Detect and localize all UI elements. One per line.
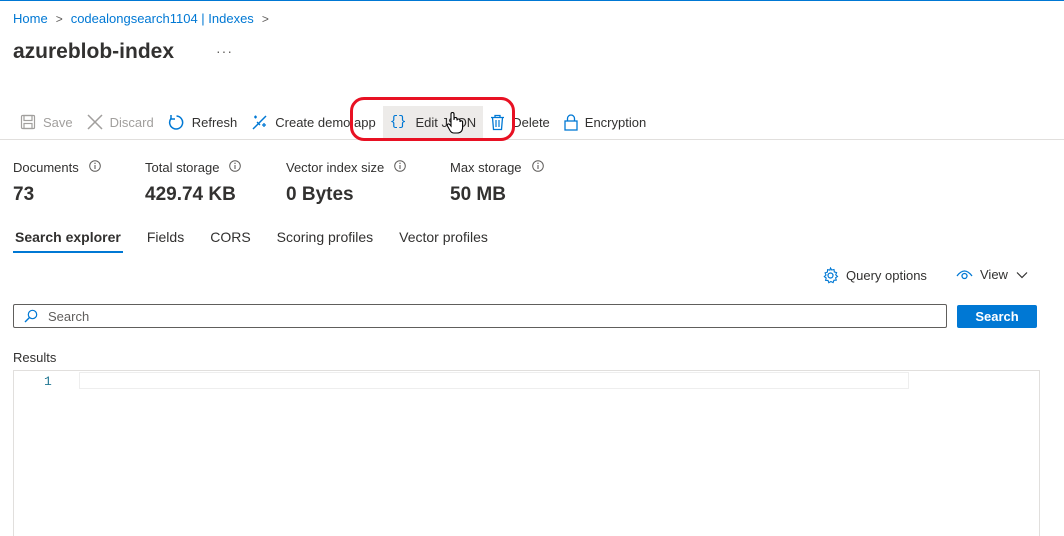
stat-vector-index-size: Vector index size 0 Bytes xyxy=(286,159,407,206)
tab-fields[interactable]: Fields xyxy=(145,227,186,253)
tab-search-explorer[interactable]: Search explorer xyxy=(13,227,123,253)
search-input[interactable] xyxy=(48,308,928,324)
refresh-label: Refresh xyxy=(191,114,238,130)
demo-app-icon xyxy=(252,114,267,130)
stat-label: Max storage xyxy=(450,160,522,175)
breadcrumb: Home > codealongsearch1104 | Indexes > xyxy=(13,11,277,26)
gear-icon xyxy=(823,267,839,284)
more-options-button[interactable]: ··· xyxy=(216,43,233,59)
stat-value: 73 xyxy=(13,184,35,205)
stat-total-storage: Total storage 429.74 KB xyxy=(145,159,242,206)
close-icon xyxy=(87,114,103,130)
create-demo-app-button[interactable]: Create demo app xyxy=(244,106,382,138)
info-icon[interactable] xyxy=(229,159,242,172)
current-line-highlight xyxy=(79,372,909,389)
encryption-button[interactable]: Encryption xyxy=(557,106,653,138)
query-options-label: Query options xyxy=(846,268,927,283)
refresh-button[interactable]: Refresh xyxy=(161,106,245,138)
info-icon[interactable] xyxy=(531,159,544,172)
refresh-icon xyxy=(168,114,184,130)
delete-label: Delete xyxy=(512,114,550,130)
stat-label: Total storage xyxy=(145,160,220,175)
command-bar: Save Discard Refresh Create demo app {} … xyxy=(13,106,653,138)
view-label: View xyxy=(980,267,1008,282)
search-button[interactable]: Search xyxy=(957,305,1037,328)
stat-documents: Documents 73 xyxy=(13,159,101,206)
eye-icon xyxy=(956,269,973,279)
stat-value: 429.74 KB xyxy=(145,184,236,205)
save-label: Save xyxy=(43,114,73,130)
discard-label: Discard xyxy=(109,114,154,130)
results-editor[interactable]: 1 xyxy=(13,370,1040,536)
discard-button[interactable]: Discard xyxy=(80,106,161,138)
breadcrumb-home[interactable]: Home xyxy=(13,11,48,26)
toolbar-divider xyxy=(0,139,1064,140)
query-options-button[interactable]: Query options xyxy=(822,267,927,284)
chevron-right-icon: > xyxy=(261,11,269,26)
stat-max-storage: Max storage 50 MB xyxy=(450,159,544,206)
create-demo-app-label: Create demo app xyxy=(275,114,376,130)
info-icon[interactable] xyxy=(88,159,101,172)
chevron-down-icon xyxy=(1016,271,1028,278)
encryption-label: Encryption xyxy=(584,114,647,130)
hand-cursor-icon xyxy=(446,111,464,134)
top-accent-line xyxy=(0,0,1064,1)
stat-value: 50 MB xyxy=(450,184,506,205)
trash-icon xyxy=(491,114,505,130)
view-dropdown[interactable]: View xyxy=(956,267,1028,282)
lock-icon xyxy=(564,113,578,131)
tab-scoring-profiles[interactable]: Scoring profiles xyxy=(275,227,376,253)
tab-cors[interactable]: CORS xyxy=(208,227,252,253)
page-title: azureblob-index xyxy=(13,40,175,63)
results-label: Results xyxy=(13,350,57,365)
search-field[interactable] xyxy=(13,304,947,328)
edit-json-button[interactable]: {} Edit JSON xyxy=(382,106,484,138)
stat-label: Documents xyxy=(13,160,79,175)
braces-icon: {} xyxy=(389,114,407,130)
tab-bar: Search explorer Fields CORS Scoring prof… xyxy=(13,227,512,253)
stat-label: Vector index size xyxy=(286,160,385,175)
save-icon xyxy=(20,114,36,130)
line-number: 1 xyxy=(44,374,52,389)
save-button[interactable]: Save xyxy=(13,106,80,138)
search-icon xyxy=(24,309,38,323)
breadcrumb-service[interactable]: codealongsearch1104 | Indexes xyxy=(71,11,254,26)
stat-value: 0 Bytes xyxy=(286,184,354,205)
info-icon[interactable] xyxy=(394,159,407,172)
delete-button[interactable]: Delete xyxy=(483,106,557,138)
tab-vector-profiles[interactable]: Vector profiles xyxy=(397,227,490,253)
chevron-right-icon: > xyxy=(55,11,63,26)
